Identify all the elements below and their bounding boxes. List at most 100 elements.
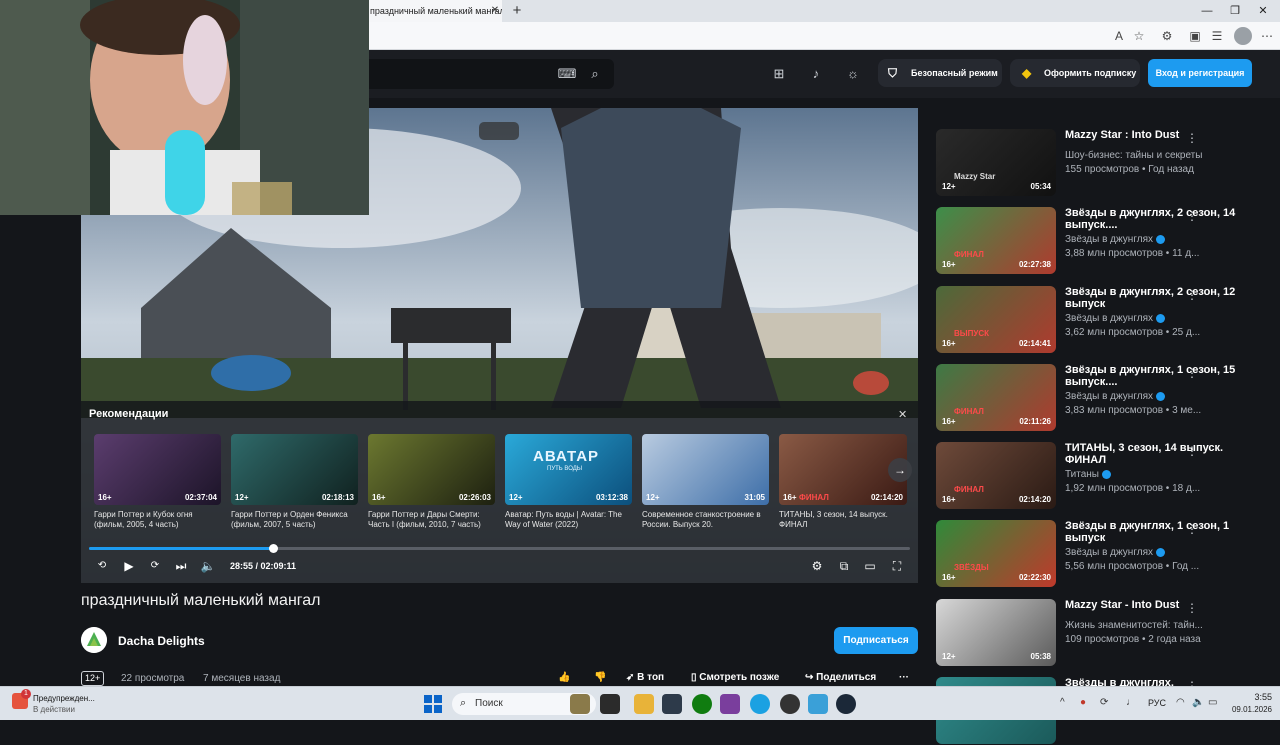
theater-mode-icon[interactable]: ▭ bbox=[861, 557, 879, 575]
extensions-icon[interactable]: ⚙ bbox=[1158, 27, 1176, 45]
close-recommendations-icon[interactable]: ✕ bbox=[898, 408, 907, 421]
steam-icon[interactable] bbox=[836, 694, 856, 714]
related-video-card[interactable]: ФИНАЛ 16+ 02:11:26 Звёзды в джунглях, 1 сез… bbox=[936, 364, 1256, 432]
volume-icon[interactable]: 🔈 bbox=[199, 557, 217, 575]
taskbar-app-purple-icon[interactable] bbox=[720, 694, 740, 714]
clock-date[interactable]: 09.01.2026 bbox=[1220, 705, 1272, 714]
subscribe-button[interactable]: Подписаться bbox=[834, 627, 918, 654]
reco-title-4[interactable]: Аватар: Путь воды | Avatar: The Way of W… bbox=[505, 510, 635, 530]
reco-thumb-3[interactable]: 16+ 02:26:03 bbox=[368, 434, 495, 505]
reco-title-2[interactable]: Гарри Поттер и Орден Феникса (фильм, 200… bbox=[231, 510, 361, 530]
related-video-title[interactable]: Звёзды в джунглях, 2 сезон, 12 выпуск bbox=[1065, 286, 1247, 310]
more-options-icon[interactable]: ⋮ bbox=[1186, 444, 1198, 458]
new-tab-button[interactable]: + bbox=[508, 2, 526, 20]
more-options-icon[interactable]: ⋮ bbox=[1186, 522, 1198, 536]
rewind-10-icon[interactable]: ⟲ bbox=[93, 557, 111, 575]
miniplayer-icon[interactable]: ⧉ bbox=[835, 557, 853, 575]
more-menu-icon[interactable]: ⋯ bbox=[1258, 27, 1276, 45]
taskbar-app-game-icon[interactable] bbox=[570, 694, 590, 714]
tray-mic-icon[interactable]: ♩ bbox=[1126, 697, 1136, 708]
more-options-icon[interactable]: ⋮ bbox=[1186, 601, 1198, 615]
taskbar-app-blue-icon[interactable] bbox=[808, 694, 828, 714]
reco-title-1[interactable]: Гарри Поттер и Кубок огня (фильм, 2005, … bbox=[94, 510, 224, 530]
tray-network-icon[interactable]: ⟳ bbox=[1100, 697, 1108, 708]
channel-name[interactable]: Dacha Delights bbox=[118, 634, 205, 648]
reco-thumb-4[interactable]: АВАТАР ПУТЬ ВОДЫ 12+ 03:12:38 bbox=[505, 434, 632, 505]
speaker-icon[interactable]: 🔈 bbox=[1192, 697, 1204, 708]
more-options-icon[interactable]: ⋮ bbox=[1186, 209, 1198, 223]
xbox-icon[interactable] bbox=[692, 694, 712, 714]
search-input[interactable]: ⌨ ⌕ bbox=[360, 59, 614, 89]
windows-start-icon[interactable] bbox=[424, 695, 442, 713]
related-video-channel[interactable]: Шоу-бизнес: тайны и секреты bbox=[1065, 150, 1202, 161]
related-video-card[interactable]: ВЫПУСК 16+ 02:14:41 Звёзды в джунглях, 2 се… bbox=[936, 286, 1256, 354]
language-indicator[interactable]: РУС bbox=[1148, 698, 1166, 708]
reco-thumb-2[interactable]: 12+ 02:18:13 bbox=[231, 434, 358, 505]
next-arrow-icon[interactable]: → bbox=[888, 458, 912, 482]
progress-track[interactable] bbox=[89, 544, 910, 553]
related-video-channel[interactable]: Звёзды в джунглях bbox=[1065, 234, 1166, 245]
related-video-card[interactable]: ФИНАЛ 16+ 02:14:20 ТИТАНЫ, 3 сезон, 14 выпу… bbox=[936, 442, 1256, 510]
related-video-card[interactable]: ФИНАЛ 16+ 02:27:38 Звёзды в джунглях, 2 сез… bbox=[936, 207, 1256, 275]
settings-icon[interactable]: ⚙ bbox=[808, 557, 826, 575]
related-video-thumbnail[interactable]: Mazzy Star 12+ 05:34 bbox=[936, 129, 1056, 196]
related-video-card[interactable]: ЗВЁЗДЫ 16+ 02:22:30 Звёзды в джунглях, 1 се… bbox=[936, 520, 1256, 588]
related-video-channel[interactable]: Звёзды в джунглях bbox=[1065, 391, 1166, 402]
tab-close-icon[interactable]: ✕ bbox=[488, 0, 502, 22]
related-video-channel[interactable]: Звёзды в джунглях bbox=[1065, 313, 1166, 324]
minimize-button[interactable]: — bbox=[1192, 0, 1222, 22]
profile-avatar[interactable] bbox=[1234, 27, 1252, 45]
file-explorer-icon[interactable] bbox=[634, 694, 654, 714]
theme-icon[interactable]: ☼ bbox=[842, 63, 864, 85]
share-button[interactable]: ↪ Поделиться bbox=[805, 672, 876, 683]
more-options-icon[interactable]: ⋮ bbox=[1186, 131, 1198, 145]
fullscreen-icon[interactable]: ⛶ bbox=[888, 557, 906, 575]
safe-mode-button[interactable]: ⛉ Безопасный режим bbox=[878, 59, 1002, 87]
favorites-icon[interactable]: ☰ bbox=[1208, 27, 1226, 45]
related-video-card[interactable]: 12+ 05:38 Mazzy Star - Into Dust Жизнь знам… bbox=[936, 599, 1256, 667]
related-video-title[interactable]: Звёзды в джунглях, 1 сезон, 15 выпуск...… bbox=[1065, 364, 1247, 388]
reco-title-3[interactable]: Гарри Поттер и Дары Смерти: Часть I (фил… bbox=[368, 510, 498, 530]
login-button[interactable]: Вход и регистрация bbox=[1148, 59, 1252, 87]
more-options-icon[interactable]: ⋮ bbox=[1186, 366, 1198, 380]
tray-app-icon[interactable]: ● bbox=[1080, 697, 1086, 708]
reco-thumb-1[interactable]: 16+ 02:37:04 bbox=[94, 434, 221, 505]
more-options-icon[interactable]: ⋮ bbox=[1186, 288, 1198, 302]
taskbar-app-photo-icon[interactable] bbox=[662, 694, 682, 714]
edge-browser-icon[interactable] bbox=[750, 694, 770, 714]
taskbar-app-media-icon[interactable] bbox=[600, 694, 620, 714]
upload-icon[interactable]: ⊞ bbox=[768, 63, 790, 85]
related-video-channel[interactable]: Жизнь знаменитостей: тайн... bbox=[1065, 620, 1203, 631]
reco-title-6[interactable]: ТИТАНЫ, 3 сезон, 14 выпуск. ФИНАЛ bbox=[779, 510, 909, 530]
related-video-card[interactable]: Mazzy Star 12+ 05:34 Mazzy Star : Into Dust… bbox=[936, 129, 1256, 197]
progress-handle[interactable] bbox=[269, 544, 278, 553]
related-video-thumbnail[interactable]: ФИНАЛ 16+ 02:27:38 bbox=[936, 207, 1056, 274]
reco-title-5[interactable]: Современное станкостроение в России. Вып… bbox=[642, 510, 772, 530]
related-video-thumbnail[interactable]: ФИНАЛ 16+ 02:14:20 bbox=[936, 442, 1056, 509]
close-window-button[interactable]: ✕ bbox=[1248, 0, 1278, 22]
bell-icon[interactable]: ♪ bbox=[805, 63, 827, 85]
like-icon[interactable]: 👍 bbox=[558, 672, 570, 683]
reco-thumb-5[interactable]: 12+ 31:05 bbox=[642, 434, 769, 505]
taskbar-app-black-icon[interactable] bbox=[780, 694, 800, 714]
notification-title[interactable]: Предупрежден... bbox=[33, 694, 95, 703]
search-icon[interactable]: ⌕ bbox=[584, 63, 606, 85]
play-icon[interactable]: ▶ bbox=[120, 557, 138, 575]
related-video-title[interactable]: Mazzy Star : Into Dust bbox=[1065, 129, 1247, 141]
star-icon[interactable]: ☆ bbox=[1130, 27, 1148, 45]
subscribe-offer-button[interactable]: ◆ Оформить подписку bbox=[1010, 59, 1140, 87]
tray-chevron-icon[interactable]: ^ bbox=[1060, 697, 1065, 708]
related-video-thumbnail[interactable]: ЗВЁЗДЫ 16+ 02:22:30 bbox=[936, 520, 1056, 587]
clock-time[interactable]: 3:55 bbox=[1226, 692, 1272, 702]
watch-later-button[interactable]: ▯ Смотреть позже bbox=[691, 672, 779, 683]
more-actions-icon[interactable]: ··· bbox=[899, 672, 909, 683]
keyboard-icon[interactable]: ⌨ bbox=[556, 63, 578, 85]
dislike-icon[interactable]: 👎 bbox=[594, 672, 606, 683]
related-video-title[interactable]: Звёзды в джунглях, 1 сезон, 1 выпуск bbox=[1065, 520, 1247, 544]
related-video-title[interactable]: Звёзды в джунглях, 2 сезон, 14 выпуск...… bbox=[1065, 207, 1247, 231]
related-video-channel[interactable]: Звёзды в джунглях bbox=[1065, 547, 1166, 558]
forward-10-icon[interactable]: ⟳ bbox=[146, 557, 164, 575]
maximize-button[interactable]: ❐ bbox=[1220, 0, 1250, 22]
related-video-title[interactable]: Mazzy Star - Into Dust bbox=[1065, 599, 1247, 611]
related-video-channel[interactable]: Титаны bbox=[1065, 469, 1111, 480]
